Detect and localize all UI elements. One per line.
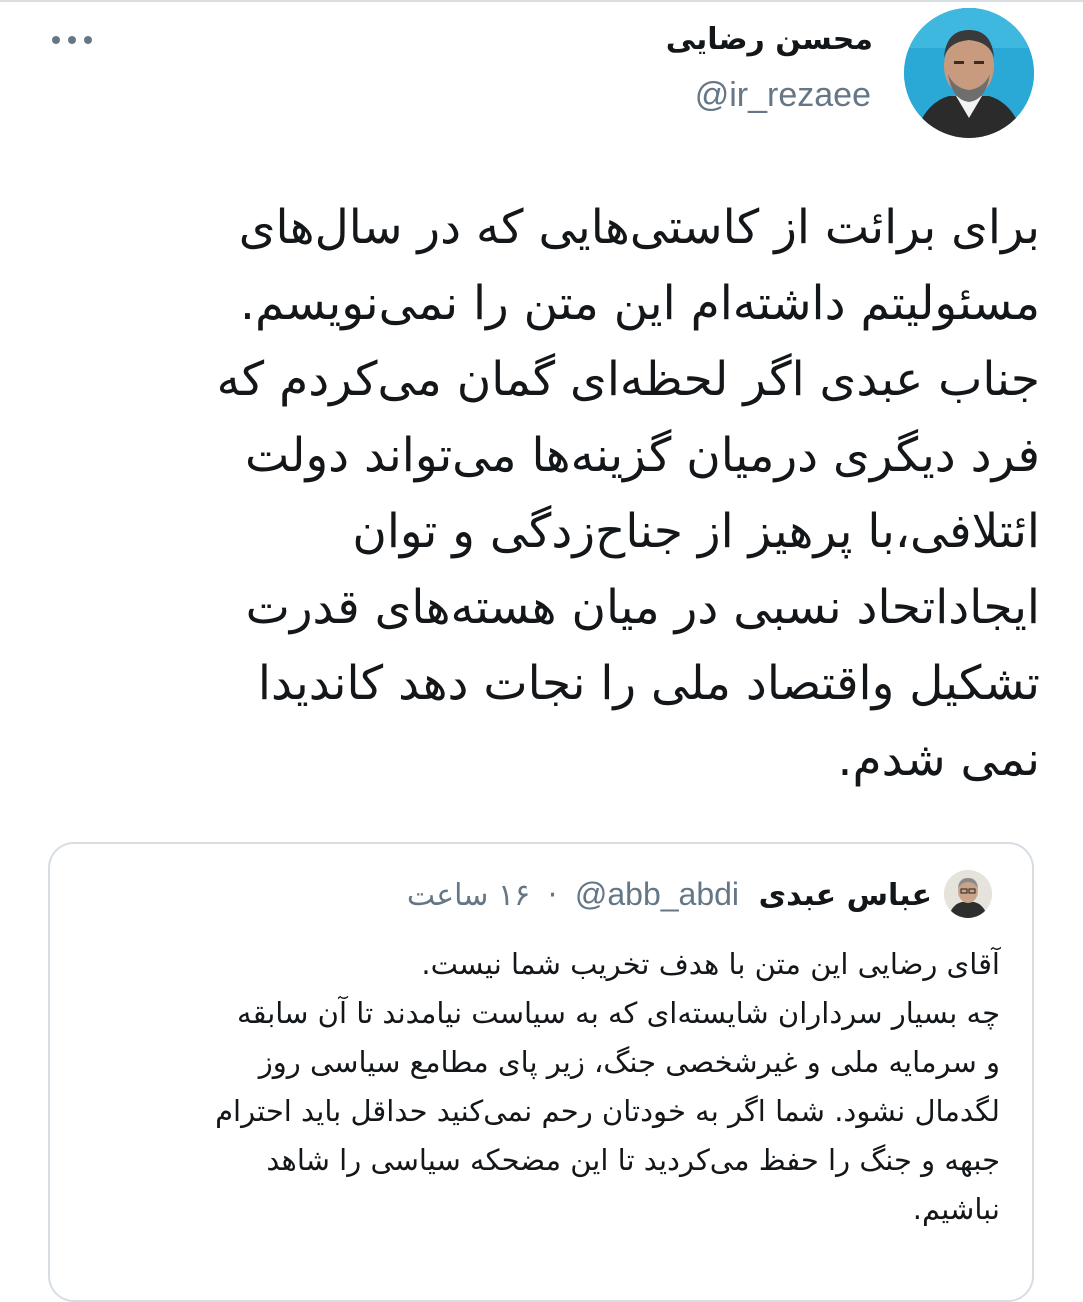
tweet-body-line: فرد دیگری درمیان گزینه‌ها می‌تواند دولت: [244, 428, 1040, 483]
tweet-body-line: تشکیل واقتصاد ملی را نجات دهد کاندیدا: [257, 656, 1040, 711]
quoted-author-name: عباس عبدی: [758, 878, 932, 913]
tweet-body-line: جناب عبدی اگر لحظه‌ای گمان می‌کردم که: [216, 352, 1040, 407]
quoted-author-avatar: [944, 870, 992, 918]
quoted-body-line: جبهه و جنگ را حفظ می‌کردید تا این مضحکه …: [266, 1143, 1000, 1177]
header-separator: ·: [547, 878, 558, 913]
tweet-body: برای برائت از کاستی‌هایی که در سال‌های م…: [60, 190, 1040, 798]
quoted-tweet-body: آقای رضایی این متن با هدف تخریب شما نیست…: [70, 940, 1000, 1234]
more-options-icon[interactable]: [48, 24, 96, 56]
author-avatar[interactable]: [904, 8, 1034, 138]
quoted-body-line: چه بسیار سرداران شایسته‌ای که به سیاست ن…: [237, 996, 1000, 1030]
quoted-body-line: لگدمال نشود. شما اگر به خودتان رحم نمی‌ک…: [215, 1094, 1000, 1128]
quoted-tweet-header: عباس عبدی @abb_abdi · ۱۶ ساعت: [407, 872, 932, 918]
quoted-tweet-time: ۱۶ ساعت: [406, 878, 531, 913]
author-handle[interactable]: @ir_rezaee: [695, 76, 871, 115]
quoted-body-line: و سرمایه ملی و غیرشخصی جنگ، زیر پای مطام…: [258, 1045, 1000, 1079]
tweet: محسن رضایی @ir_rezaee برای برائت از کاست…: [0, 0, 1083, 1302]
author-name[interactable]: محسن رضایی: [666, 22, 873, 57]
tweet-body-line: ایجاداتحاد نسبی در میان هسته‌های قدرت: [245, 580, 1040, 635]
quoted-body-line: آقای رضایی این متن با هدف تخریب شما نیست…: [421, 947, 1000, 981]
quoted-author-handle: @abb_abdi: [574, 876, 740, 912]
tweet-body-line: مسئولیتم داشته‌ام این متن را نمی‌نویسم.: [240, 276, 1040, 331]
tweet-body-line: برای برائت از کاستی‌هایی که در سال‌های: [238, 200, 1040, 255]
tweet-body-line: نمی شدم.: [837, 732, 1040, 787]
tweet-body-line: ائتلافی،با پرهیز از جناح‌زدگی و توان: [352, 504, 1040, 559]
author-avatar-image: [904, 8, 1034, 138]
quoted-author-avatar-image: [944, 870, 992, 918]
quoted-body-line: نباشیم.: [912, 1192, 1000, 1226]
quoted-tweet-card[interactable]: عباس عبدی @abb_abdi · ۱۶ ساعت آقای رضایی…: [48, 842, 1034, 1302]
